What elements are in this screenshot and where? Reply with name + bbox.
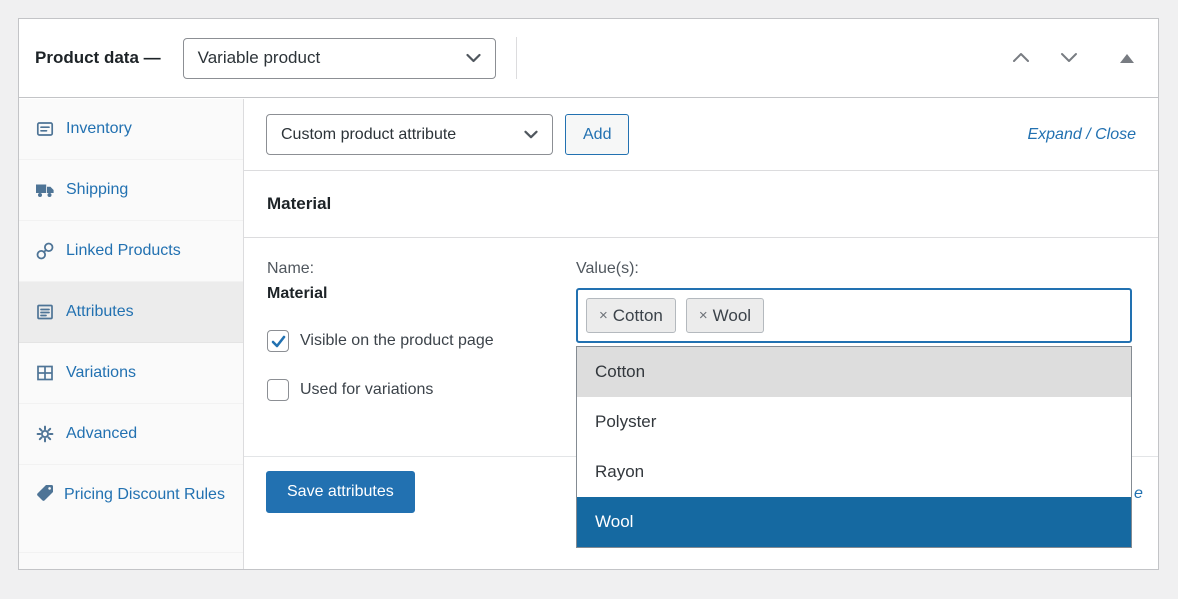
- linked-products-icon: [35, 241, 55, 261]
- metabox-controls: [1008, 47, 1138, 70]
- product-type-select[interactable]: Variable product: [183, 38, 496, 79]
- option-rayon[interactable]: Rayon: [577, 447, 1131, 497]
- sidebar-item-label: Inventory: [66, 120, 132, 138]
- move-up-button[interactable]: [1008, 47, 1034, 70]
- values-multiselect[interactable]: × Cotton × Wool: [576, 288, 1132, 343]
- pricing-tag-icon: [35, 483, 55, 503]
- values-field: Value(s): × Cotton × Wool Cotton Po: [576, 260, 1132, 548]
- triangle-up-icon: [1120, 54, 1134, 63]
- selected-tag-cotton: × Cotton: [586, 298, 676, 333]
- sidebar-item-inventory[interactable]: Inventory: [19, 99, 243, 160]
- check-icon: [271, 335, 286, 348]
- visible-checkbox[interactable]: [267, 330, 289, 352]
- sidebar-item-label: Shipping: [66, 181, 128, 199]
- option-cotton[interactable]: Cotton: [577, 347, 1131, 397]
- attribute-type-select[interactable]: Custom product attribute: [266, 114, 553, 155]
- metabox-title: Product data —: [35, 48, 161, 68]
- sidebar-item-label: Advanced: [66, 425, 137, 443]
- page-background: Product data — Variable product: [0, 0, 1178, 599]
- move-down-button[interactable]: [1056, 47, 1082, 70]
- sidebar-item-attributes[interactable]: Attributes: [19, 282, 243, 343]
- chevron-down-icon: [1060, 51, 1078, 66]
- sidebar-item-label: Linked Products: [66, 242, 181, 260]
- chevron-down-icon: [524, 126, 538, 144]
- values-label: Value(s):: [576, 260, 1132, 278]
- attributes-icon: [35, 302, 55, 322]
- chevron-up-icon: [1012, 51, 1030, 66]
- attribute-header[interactable]: Material: [244, 171, 1158, 238]
- add-attribute-button[interactable]: Add: [565, 114, 629, 155]
- attribute-type-value: Custom product attribute: [281, 126, 456, 144]
- sidebar-item-linked-products[interactable]: Linked Products: [19, 221, 243, 282]
- save-attributes-button[interactable]: Save attributes: [266, 471, 415, 513]
- metabox-header: Product data — Variable product: [19, 19, 1158, 98]
- product-data-tabs: Inventory Shipping Linked Products: [19, 99, 244, 569]
- used-for-variations-checkbox[interactable]: [267, 379, 289, 401]
- visible-checkbox-label: Visible on the product page: [300, 332, 494, 350]
- sidebar-item-label: Variations: [66, 364, 136, 382]
- panel-toggle-button[interactable]: [1116, 50, 1138, 67]
- sidebar-item-variations[interactable]: Variations: [19, 343, 243, 404]
- shipping-icon: [35, 180, 55, 200]
- sidebar-item-advanced[interactable]: Advanced: [19, 404, 243, 465]
- sidebar-item-pricing-discount-rules[interactable]: Pricing Discount Rules: [19, 465, 243, 553]
- option-wool[interactable]: Wool: [577, 497, 1131, 547]
- sidebar-item-label: Pricing Discount Rules: [64, 486, 225, 503]
- header-divider: [516, 37, 517, 79]
- metabox-body: Inventory Shipping Linked Products: [19, 99, 1158, 569]
- product-type-value: Variable product: [198, 48, 321, 68]
- attribute-title: Material: [267, 194, 331, 214]
- variations-icon: [35, 363, 55, 383]
- expand-close-link[interactable]: Expand / Close: [1027, 126, 1136, 144]
- attributes-toolbar: Custom product attribute Add Expand / Cl…: [244, 99, 1158, 171]
- sidebar-item-label: Attributes: [66, 303, 134, 321]
- sidebar-item-shipping[interactable]: Shipping: [19, 160, 243, 221]
- expand-close-link-partial[interactable]: e: [1134, 485, 1143, 503]
- chevron-down-icon: [466, 48, 481, 68]
- values-dropdown: Cotton Polyster Rayon Wool: [576, 346, 1132, 548]
- remove-tag-icon[interactable]: ×: [599, 307, 608, 324]
- advanced-icon: [35, 424, 55, 444]
- remove-tag-icon[interactable]: ×: [699, 307, 708, 324]
- selected-tag-wool: × Wool: [686, 298, 764, 333]
- tag-label: Wool: [713, 306, 751, 326]
- tag-label: Cotton: [613, 306, 663, 326]
- option-polyster[interactable]: Polyster: [577, 397, 1131, 447]
- inventory-icon: [35, 119, 55, 139]
- product-data-metabox: Product data — Variable product: [18, 18, 1159, 570]
- used-for-variations-checkbox-label: Used for variations: [300, 381, 433, 399]
- attributes-panel: Custom product attribute Add Expand / Cl…: [244, 99, 1158, 569]
